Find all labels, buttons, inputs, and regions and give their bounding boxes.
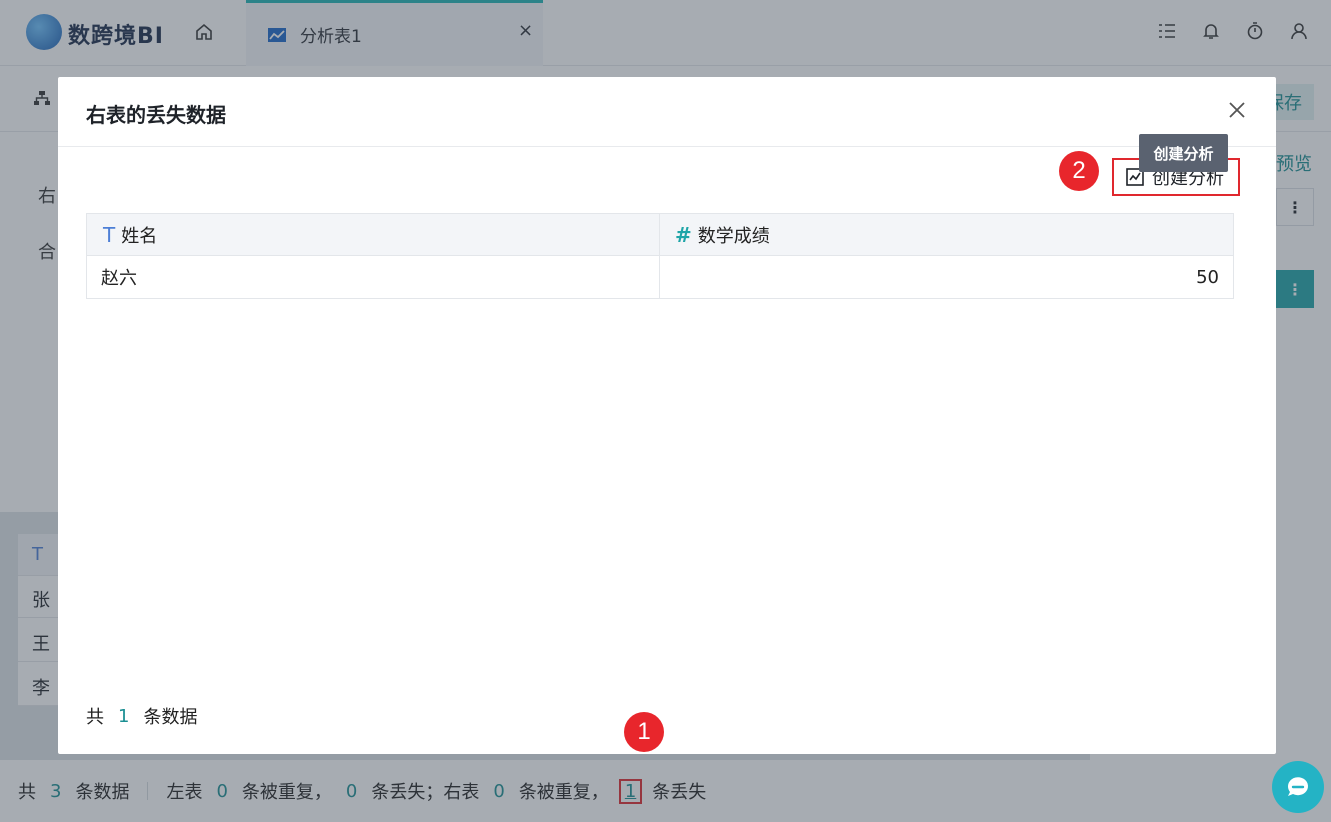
column-label: 数学成绩 xyxy=(697,226,770,247)
lost-data-table: T 姓名 # 数学成绩 赵六 50 xyxy=(86,213,1234,299)
annotation-badge-1: 1 xyxy=(624,712,664,752)
chat-icon xyxy=(1287,777,1308,796)
chat-button[interactable] xyxy=(1272,761,1324,813)
column-header-name[interactable]: T 姓名 xyxy=(103,214,157,256)
column-divider xyxy=(659,214,660,298)
column-header-math-score[interactable]: # 数学成绩 xyxy=(675,214,770,256)
table-cell-score: 50 xyxy=(1196,266,1219,288)
close-icon[interactable] xyxy=(1226,99,1248,121)
table-cell-name: 赵六 xyxy=(101,268,137,289)
column-label: 姓名 xyxy=(121,226,158,247)
dialog-divider xyxy=(58,146,1276,147)
footer-count: 1 xyxy=(118,705,130,727)
create-analysis-tooltip: 创建分析 xyxy=(1139,134,1228,172)
text-type-icon: T xyxy=(103,223,116,247)
footer-suffix: 条数据 xyxy=(143,707,198,728)
annotation-badge-2: 2 xyxy=(1059,151,1099,191)
dialog-title: 右表的丢失数据 xyxy=(86,103,226,127)
footer-prefix: 共 xyxy=(86,707,104,728)
dialog-footer-count: 共 1 条数据 xyxy=(86,703,197,729)
table-header: T 姓名 # 数学成绩 xyxy=(87,214,1233,256)
number-type-icon: # xyxy=(675,223,692,247)
